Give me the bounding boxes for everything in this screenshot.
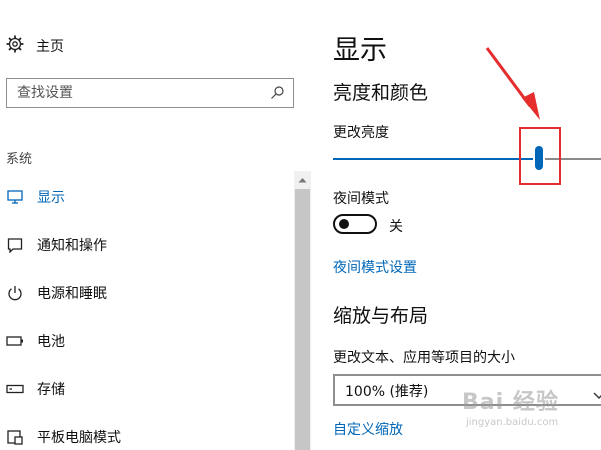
section-title-brightness: 亮度和颜色 xyxy=(333,82,429,104)
brightness-slider[interactable] xyxy=(333,146,601,170)
sidebar-item-battery[interactable]: 电池 xyxy=(0,323,294,359)
slider-track-filled xyxy=(333,158,533,160)
sidebar-item-display[interactable]: 显示 xyxy=(0,179,294,215)
page-title: 显示 xyxy=(333,35,387,66)
custom-scale-link[interactable]: 自定义缩放 xyxy=(333,419,403,439)
scale-dropdown[interactable]: 100% (推荐) xyxy=(333,374,601,406)
scale-label: 更改文本、应用等项目的大小 xyxy=(333,350,515,366)
gear-icon xyxy=(6,35,24,57)
home-nav-item[interactable]: 主页 xyxy=(6,34,64,58)
brightness-label: 更改亮度 xyxy=(333,125,389,141)
sidebar-scrollbar[interactable] xyxy=(294,171,311,450)
sidebar-item-label: 电源和睡眠 xyxy=(37,286,107,302)
slider-track-remaining xyxy=(545,158,601,160)
sidebar-item-tablet-mode[interactable]: 平板电脑模式 xyxy=(0,419,294,450)
settings-search-box[interactable] xyxy=(6,78,294,108)
night-mode-settings-link[interactable]: 夜间模式设置 xyxy=(333,257,417,277)
home-label: 主页 xyxy=(36,39,64,55)
display-settings-panel: 显示 亮度和颜色 更改亮度 夜间模式 关 夜间模式设置 缩放与布局 更改文本、应… xyxy=(313,0,601,450)
scrollbar-thumb[interactable] xyxy=(295,189,310,450)
toggle-knob xyxy=(339,219,349,229)
scroll-up-arrow-icon[interactable] xyxy=(294,171,311,188)
settings-sidebar: 主页 系统 显示 通知和操作 xyxy=(0,0,313,450)
slider-thumb[interactable] xyxy=(535,146,543,170)
storage-icon xyxy=(6,380,24,398)
night-mode-label: 夜间模式 xyxy=(333,191,389,207)
search-icon[interactable] xyxy=(269,85,285,105)
tablet-icon xyxy=(6,428,24,446)
sidebar-item-label: 电池 xyxy=(37,334,65,350)
sidebar-item-label: 通知和操作 xyxy=(37,238,107,254)
notification-icon xyxy=(6,236,24,254)
group-label-system: 系统 xyxy=(6,152,33,167)
sidebar-item-label: 存储 xyxy=(37,382,65,398)
sidebar-item-label: 平板电脑模式 xyxy=(37,430,121,446)
night-mode-state: 关 xyxy=(389,219,403,235)
section-title-scale: 缩放与布局 xyxy=(333,305,429,327)
night-mode-toggle[interactable] xyxy=(333,214,377,234)
sidebar-item-notifications[interactable]: 通知和操作 xyxy=(0,227,294,263)
sidebar-item-power[interactable]: 电源和睡眠 xyxy=(0,275,294,311)
scale-selected-value: 100% (推荐) xyxy=(345,384,429,400)
search-input[interactable] xyxy=(7,79,257,107)
sidebar-item-label: 显示 xyxy=(37,190,65,206)
sidebar-item-storage[interactable]: 存储 xyxy=(0,371,294,407)
monitor-icon xyxy=(6,188,24,206)
battery-icon xyxy=(6,332,24,350)
power-icon xyxy=(6,284,24,302)
chevron-down-icon xyxy=(593,385,601,404)
